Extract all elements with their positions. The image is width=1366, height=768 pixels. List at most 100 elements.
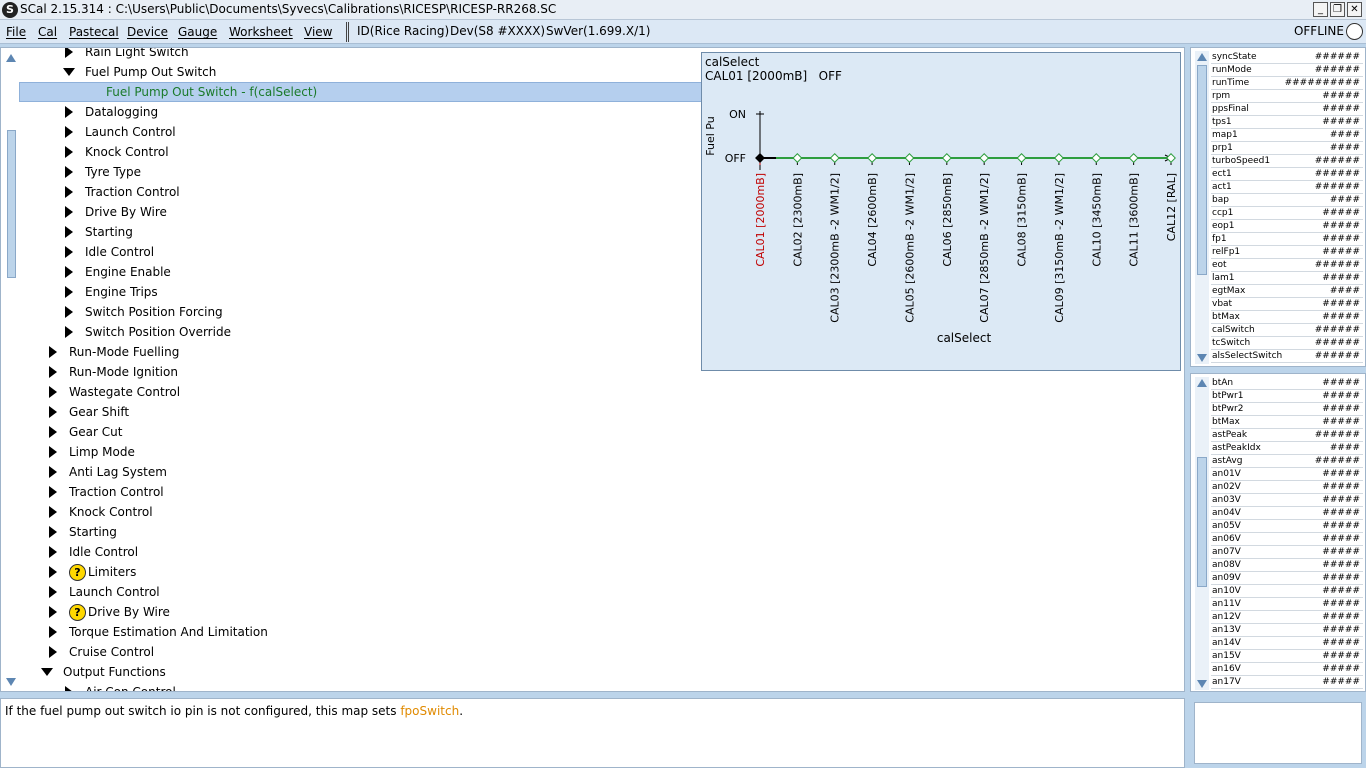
tree-item[interactable]: Wastegate Control [1,382,701,402]
tree-item[interactable]: Datalogging [1,102,701,122]
connection-indicator-icon[interactable] [1346,23,1363,40]
live-value-row[interactable]: an11V ##### [1211,598,1363,611]
menu-view[interactable]: View [304,25,332,39]
live-value-row[interactable]: an13V ##### [1211,624,1363,637]
live-value-row[interactable]: vbat ##### [1211,298,1363,311]
live-value-row[interactable]: lam1 ##### [1211,272,1363,285]
menu-pastecal[interactable]: Pastecal [69,25,119,39]
live-value-row[interactable]: an17V ##### [1211,676,1363,689]
tree-item[interactable]: Gear Shift [1,402,701,422]
expand-arrow-down-icon[interactable] [41,668,53,676]
tree-item[interactable]: ? Limiters [1,562,701,582]
live-value-row[interactable]: an12V ##### [1211,611,1363,624]
live-value-row[interactable]: tcSwitch ###### [1211,337,1363,350]
tree-item[interactable]: Traction Control [1,182,701,202]
live-value-row[interactable]: runTime ########## [1211,77,1363,90]
live-values-panel-bottom[interactable]: btAn ##### btPwr1 ##### btPwr2 ##### btMax ####… [1190,373,1366,692]
live-value-row[interactable]: an05V ##### [1211,520,1363,533]
scroll-up-icon[interactable] [1197,379,1207,387]
expand-arrow-right-icon[interactable] [49,546,57,558]
live-value-row[interactable]: an08V ##### [1211,559,1363,572]
expand-arrow-right-icon[interactable] [49,426,57,438]
expand-arrow-right-icon[interactable] [65,226,73,238]
live-value-row[interactable]: tps1 ##### [1211,116,1363,129]
scroll-down-icon[interactable] [1197,680,1207,688]
live-value-row[interactable]: an14V ##### [1211,637,1363,650]
tree-item[interactable]: Run-Mode Ignition [1,362,701,382]
live-value-row[interactable]: an10V ##### [1211,585,1363,598]
expand-arrow-right-icon[interactable] [65,166,73,178]
live-value-row[interactable]: syncState ###### [1211,51,1363,64]
expand-arrow-right-icon[interactable] [49,346,57,358]
map-graph[interactable]: OFF ON Fuel Pu CAL01 [2000mB] CAL02 [2300mB]… [702,53,1182,372]
expand-arrow-right-icon[interactable] [49,626,57,638]
live-value-row[interactable]: eop1 ##### [1211,220,1363,233]
expand-arrow-right-icon[interactable] [65,146,73,158]
live-value-row[interactable]: fp1 ##### [1211,233,1363,246]
live-value-row[interactable]: an03V ##### [1211,494,1363,507]
expand-arrow-right-icon[interactable] [49,386,57,398]
tree-item[interactable]: Launch Control [1,122,701,142]
expand-arrow-right-icon[interactable] [65,48,73,58]
live-value-row[interactable]: btMax ##### [1211,416,1363,429]
tree-item[interactable]: Engine Enable [1,262,701,282]
live-value-row[interactable]: an09V ##### [1211,572,1363,585]
scroll-down-icon[interactable] [1197,354,1207,362]
expand-arrow-right-icon[interactable] [65,206,73,218]
live-value-row[interactable]: runMode ###### [1211,64,1363,77]
live-value-row[interactable]: map1 #### [1211,129,1363,142]
minimize-button[interactable]: _ [1313,2,1328,17]
tree-row-selected-highlight[interactable]: Fuel Pump Out Switch - f(calSelect) [19,82,704,102]
live-value-row[interactable]: ect1 ###### [1211,168,1363,181]
live-values-panel-top[interactable]: syncState ###### runMode ###### runTime #####… [1190,47,1366,367]
tree-item[interactable]: Launch Control [1,582,701,602]
live-value-row[interactable]: eot ###### [1211,259,1363,272]
live-value-row[interactable]: an02V ##### [1211,481,1363,494]
live-value-row[interactable]: an04V ##### [1211,507,1363,520]
scroll-up-icon[interactable] [1197,53,1207,61]
map-graph-panel[interactable]: OFF ON Fuel Pu CAL01 [2000mB] CAL02 [2300mB]… [701,52,1181,371]
live-value-row[interactable]: an06V ##### [1211,533,1363,546]
tree-item[interactable]: Idle Control [1,242,701,262]
live-value-row[interactable]: relFp1 ##### [1211,246,1363,259]
live-value-row[interactable]: btPwr2 ##### [1211,403,1363,416]
tree-item[interactable]: Knock Control [1,502,701,522]
tree-item[interactable]: Starting [1,522,701,542]
expand-arrow-right-icon[interactable] [65,306,73,318]
expand-arrow-right-icon[interactable] [49,366,57,378]
tree-item[interactable]: Traction Control [1,482,701,502]
expand-arrow-right-icon[interactable] [49,446,57,458]
description-link[interactable]: fpoSwitch [400,704,459,718]
live-value-row[interactable]: astAvg ###### [1211,455,1363,468]
live-value-row[interactable]: calSwitch ###### [1211,324,1363,337]
live-value-row[interactable]: astPeakIdx #### [1211,442,1363,455]
live-value-row[interactable]: bap #### [1211,194,1363,207]
tree-item[interactable]: Switch Position Forcing [1,302,701,322]
expand-arrow-right-icon[interactable] [49,506,57,518]
expand-arrow-right-icon[interactable] [65,326,73,338]
live-value-row[interactable]: btMax ##### [1211,311,1363,324]
menu-gauge[interactable]: Gauge [178,25,217,39]
expand-arrow-down-icon[interactable] [63,68,75,76]
expand-arrow-right-icon[interactable] [49,586,57,598]
tree-item[interactable]: Knock Control [1,142,701,162]
live-value-row[interactable]: egtMax #### [1211,285,1363,298]
scroll-thumb[interactable] [1197,65,1207,275]
live-value-row[interactable]: ccp1 ##### [1211,207,1363,220]
live-value-row[interactable]: an15V ##### [1211,650,1363,663]
menu-device[interactable]: Device [127,25,168,39]
expand-arrow-right-icon[interactable] [49,466,57,478]
tree-item[interactable]: Fuel Pump Out Switch [1,62,701,82]
live-value-row[interactable]: an16V ##### [1211,663,1363,676]
panel-scrollbar[interactable] [1195,51,1209,364]
close-button[interactable]: ✕ [1347,2,1362,17]
tree-item[interactable]: Anti Lag System [1,462,701,482]
tree-item[interactable]: Tyre Type [1,162,701,182]
menu-cal[interactable]: Cal [38,25,57,39]
tree-item[interactable]: Limp Mode [1,442,701,462]
menu-file[interactable]: File [6,25,26,39]
live-value-row[interactable]: an01V ##### [1211,468,1363,481]
live-value-row[interactable]: an07V ##### [1211,546,1363,559]
restore-button[interactable]: ❐ [1330,2,1345,17]
live-value-row[interactable]: rpm ##### [1211,90,1363,103]
